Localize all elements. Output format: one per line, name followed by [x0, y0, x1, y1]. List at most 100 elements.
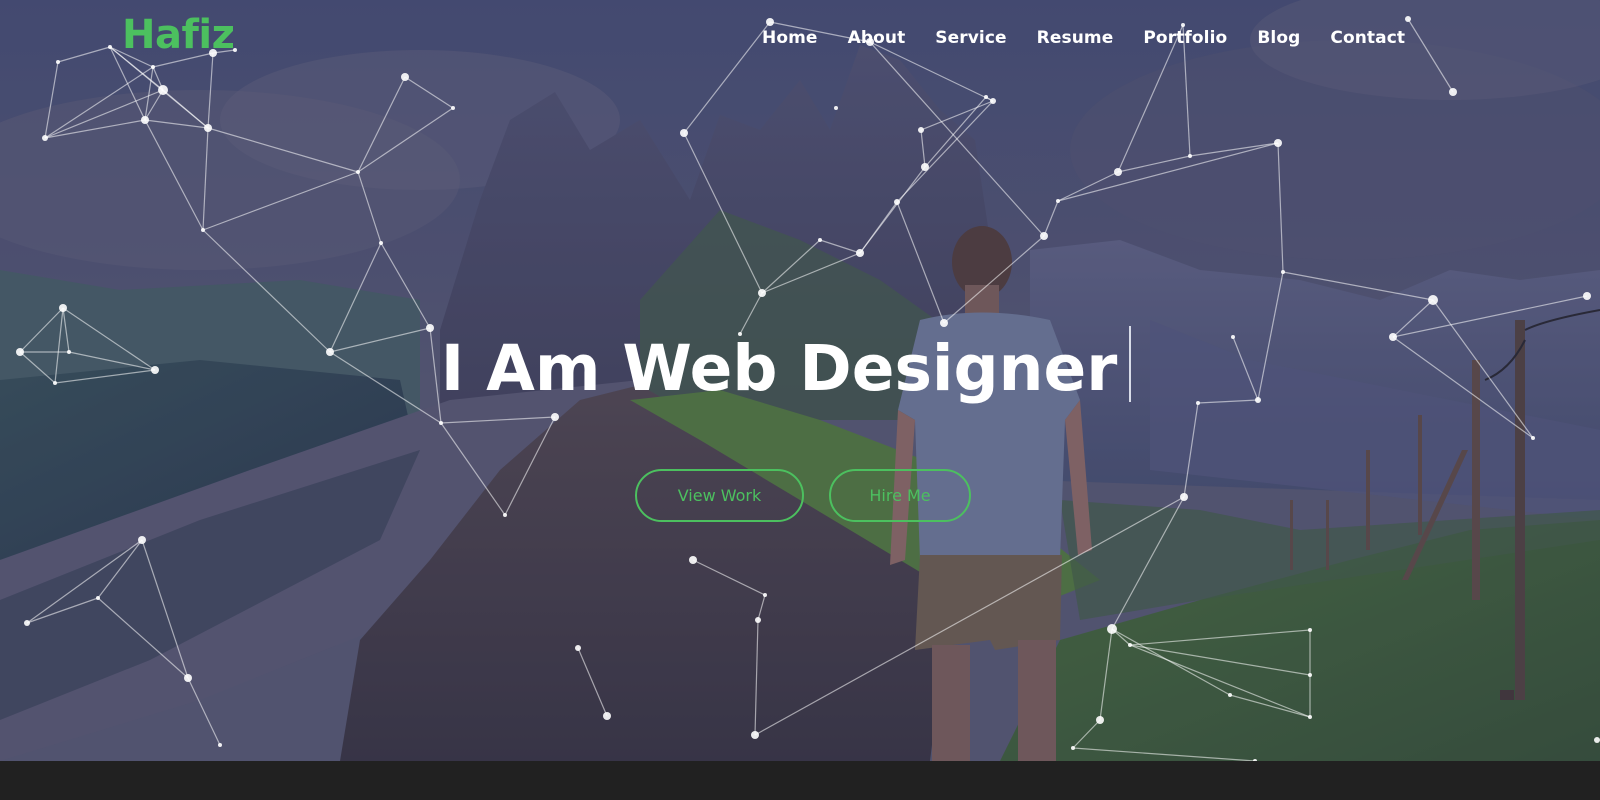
nav-item-about[interactable]: About — [848, 28, 906, 48]
nav-item-blog[interactable]: Blog — [1257, 28, 1300, 48]
particle-dot — [766, 18, 774, 26]
particle-dot — [379, 241, 383, 245]
particle-dot — [1531, 436, 1535, 440]
particle-link — [869, 41, 1045, 237]
typing-cursor — [1129, 326, 1132, 402]
hire-me-button[interactable]: Hire Me — [829, 469, 971, 522]
particle-link — [202, 171, 359, 231]
particle-dot — [1071, 746, 1075, 750]
particle-link — [920, 129, 926, 168]
particle-dot — [1428, 295, 1438, 305]
particle-dot — [1107, 624, 1117, 634]
particle-dot — [575, 645, 581, 651]
particle-dot — [990, 98, 996, 104]
particle-dot — [184, 674, 192, 682]
particle-link — [144, 119, 204, 231]
particle-dot — [141, 116, 149, 124]
particle-dot — [689, 556, 697, 564]
particle-dot — [1114, 168, 1122, 176]
particle-link — [26, 597, 99, 624]
particle-link — [692, 559, 766, 596]
particle-link — [144, 66, 154, 121]
particle-dot — [1583, 292, 1591, 300]
particle-dot — [1308, 715, 1312, 719]
particle-link — [1129, 644, 1311, 676]
nav-item-home[interactable]: Home — [762, 28, 818, 48]
particle-link — [683, 132, 763, 294]
nav-item-service[interactable]: Service — [935, 28, 1006, 48]
particle-dot — [551, 413, 559, 421]
particle-link — [440, 416, 556, 424]
particle-dot — [138, 536, 146, 544]
particle-link — [44, 119, 146, 139]
hero-title-container: I Am Web Designer — [0, 326, 1600, 408]
particle-link — [754, 619, 759, 736]
hero-title-text: I Am Web Designer — [440, 332, 1118, 405]
nav-item-portfolio[interactable]: Portfolio — [1143, 28, 1227, 48]
particle-link — [920, 100, 994, 131]
particle-dot — [751, 731, 759, 739]
particle-dot — [1308, 628, 1312, 632]
hero-buttons: View Work Hire Me — [0, 469, 1600, 522]
particle-link — [1111, 628, 1231, 696]
view-work-button[interactable]: View Work — [635, 469, 804, 522]
nav-item-contact[interactable]: Contact — [1330, 28, 1405, 48]
particle-dot — [603, 712, 611, 720]
particle-link — [757, 594, 766, 621]
particle-dot — [451, 106, 455, 110]
particle-dot — [1405, 16, 1411, 22]
particle-link — [97, 539, 143, 599]
hero-title: I Am Web Designer — [440, 326, 1132, 408]
particle-dot — [218, 743, 222, 747]
particle-link — [1043, 200, 1059, 237]
particle-dot — [918, 127, 924, 133]
particle-dot — [439, 421, 443, 425]
footer-strip — [0, 761, 1600, 800]
particle-link — [896, 100, 994, 203]
particle-link — [1129, 644, 1311, 718]
particle-link — [44, 61, 59, 139]
particle-dot — [1181, 23, 1185, 27]
particle-dot — [940, 319, 948, 327]
hero-section: Hafiz Home About Service Resume Portfoli… — [0, 0, 1600, 761]
particle-link — [1099, 628, 1113, 721]
particle-link — [357, 107, 454, 173]
particle-dot — [856, 249, 864, 257]
particle-dot — [1056, 199, 1060, 203]
particle-dot — [1096, 716, 1104, 724]
particle-link — [739, 292, 763, 335]
particle-dot — [356, 170, 360, 174]
particle-link — [380, 242, 431, 329]
particle-link — [819, 239, 861, 254]
particle-link — [577, 647, 608, 717]
particle-dot — [42, 135, 48, 141]
particle-dot — [818, 238, 822, 242]
particle-dot — [1594, 737, 1600, 743]
particle-link — [357, 76, 406, 173]
main-nav: Home About Service Resume Portfolio Blog… — [762, 28, 1405, 48]
particle-dot — [1449, 88, 1457, 96]
particle-link — [761, 239, 821, 294]
particle-dot — [1228, 693, 1232, 697]
particle-link — [1072, 719, 1101, 749]
site-logo[interactable]: Hafiz — [122, 12, 235, 58]
particle-dot — [894, 199, 900, 205]
particle-dot — [56, 60, 60, 64]
particle-dot — [151, 65, 155, 69]
nav-item-resume[interactable]: Resume — [1037, 28, 1114, 48]
particle-dot — [680, 129, 688, 137]
particle-link — [683, 21, 771, 134]
particle-dot — [1040, 232, 1048, 240]
particle-link — [896, 201, 945, 324]
particle-link — [943, 235, 1045, 324]
particle-link — [187, 677, 221, 746]
particle-dot — [1274, 139, 1282, 147]
particle-link — [859, 166, 926, 254]
particle-link — [761, 252, 861, 294]
particle-dot — [921, 163, 929, 171]
particle-dot — [108, 45, 112, 49]
particle-link — [1229, 694, 1311, 718]
particle-dot — [1128, 643, 1132, 647]
particle-link — [26, 539, 143, 624]
particle-dot — [1281, 270, 1285, 274]
